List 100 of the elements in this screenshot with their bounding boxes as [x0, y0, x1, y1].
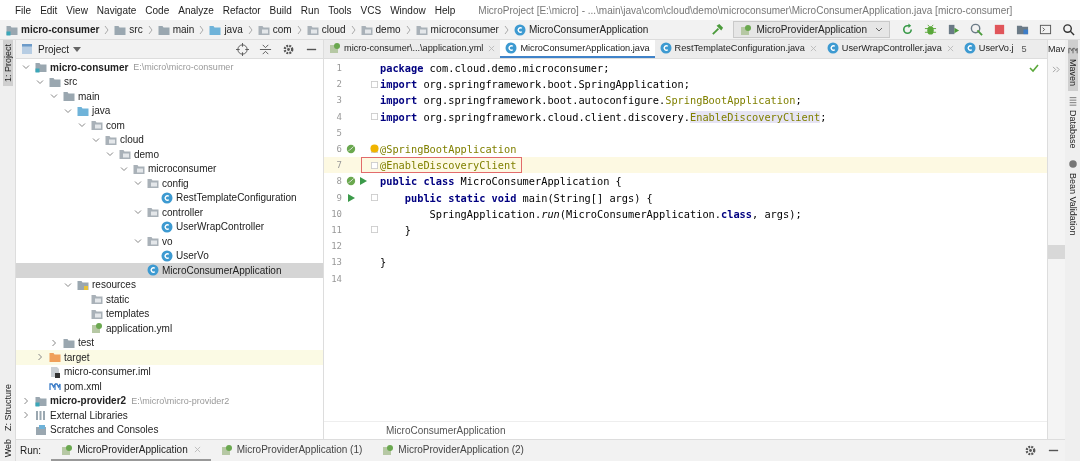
- tree-item[interactable]: main: [78, 90, 100, 102]
- fold-marker-icon[interactable]: [370, 80, 378, 88]
- breadcrumb-item[interactable]: MicroConsumerApplication: [528, 24, 649, 35]
- menu-item[interactable]: Edit: [40, 4, 58, 16]
- panel-title[interactable]: Mav: [1048, 40, 1065, 58]
- close-icon[interactable]: [946, 44, 954, 52]
- double-chevron-icon[interactable]: [1052, 66, 1061, 73]
- tree-item[interactable]: cloud: [120, 134, 144, 146]
- tree-item[interactable]: UserVo: [176, 250, 209, 262]
- menu-item[interactable]: File: [15, 4, 32, 16]
- tree-item[interactable]: micro-consumer.iml: [64, 366, 151, 378]
- fold-marker-icon[interactable]: [370, 161, 378, 169]
- editor-tab[interactable]: MicroConsumerApplication.java: [500, 40, 655, 58]
- menu-item[interactable]: VCS: [360, 4, 382, 16]
- hammer-icon[interactable]: [711, 23, 725, 36]
- editor-tab[interactable]: RestTemplateConfiguration.java: [654, 40, 822, 58]
- tree-item[interactable]: java: [92, 105, 111, 117]
- bean-icon[interactable]: [346, 144, 356, 155]
- tree-item[interactable]: micro-consumer: [50, 61, 129, 73]
- tree-item[interactable]: vo: [162, 235, 173, 247]
- tool-window-tab[interactable]: Maven: [1067, 40, 1078, 91]
- dropdown-caret-icon[interactable]: [73, 46, 82, 52]
- code-line: import org.springframework.cloud.client.discovery.EnableDiscoveryClient;: [380, 110, 827, 123]
- tree-item[interactable]: src: [64, 76, 78, 88]
- tree-item[interactable]: Scratches and Consoles: [50, 424, 159, 436]
- fold-marker-icon[interactable]: [370, 226, 378, 234]
- run-configuration-dropdown[interactable]: MicroProviderApplication: [733, 21, 890, 38]
- stop-icon[interactable]: [993, 23, 1006, 36]
- menu-item[interactable]: Navigate: [96, 4, 137, 16]
- profiler-icon[interactable]: [970, 23, 983, 36]
- tabs-overflow-count[interactable]: 5: [1018, 40, 1030, 58]
- menu-item[interactable]: Window: [390, 4, 426, 16]
- tree-item[interactable]: UserWrapController: [176, 221, 265, 233]
- run-tab[interactable]: MicroProviderApplication: [51, 440, 211, 461]
- tree-item[interactable]: External Libraries: [50, 409, 128, 421]
- editor-tab[interactable]: micro-consumer\...\application.yml: [324, 40, 501, 58]
- tool-window-tab[interactable]: Database: [1067, 91, 1078, 154]
- project-structure-icon[interactable]: [1016, 23, 1029, 36]
- editor-tab[interactable]: UserWrapController.java: [821, 40, 959, 58]
- collapse-all-icon[interactable]: [259, 42, 272, 56]
- breadcrumb-item[interactable]: java: [224, 24, 243, 35]
- tree-item[interactable]: demo: [134, 148, 159, 160]
- breadcrumb-item[interactable]: cloud: [321, 24, 346, 35]
- search-icon[interactable]: [1062, 23, 1075, 36]
- menu-item[interactable]: View: [66, 4, 88, 16]
- code-line: }: [403, 223, 411, 236]
- tree-item[interactable]: microconsumer: [148, 163, 217, 175]
- menu-item[interactable]: Help: [434, 4, 456, 16]
- breadcrumb-item[interactable]: microconsumer: [430, 24, 499, 35]
- fold-marker-icon[interactable]: [370, 113, 378, 121]
- fold-marker-icon[interactable]: [370, 194, 378, 202]
- tool-window-tab[interactable]: Z: Structure: [2, 379, 13, 435]
- tree-item[interactable]: application.yml: [106, 322, 173, 334]
- run-tab[interactable]: MicroProviderApplication (1): [210, 440, 373, 461]
- rerun-icon[interactable]: [901, 23, 914, 36]
- menu-item[interactable]: Refactor: [222, 4, 261, 16]
- tree-item[interactable]: resources: [92, 279, 136, 291]
- menu-item[interactable]: Analyze: [178, 4, 214, 16]
- tree-item[interactable]: micro-provider2: [50, 395, 127, 407]
- folder-icon: [63, 336, 75, 349]
- menu-item[interactable]: Code: [145, 4, 170, 16]
- tree-item[interactable]: test: [78, 337, 95, 349]
- scrollbar-thumb[interactable]: [1048, 245, 1065, 259]
- close-icon[interactable]: [193, 446, 201, 453]
- locate-icon[interactable]: [236, 42, 249, 56]
- run-icon[interactable]: [358, 176, 368, 187]
- debug-icon[interactable]: [924, 23, 937, 36]
- breadcrumb-item[interactable]: src: [129, 24, 143, 35]
- tree-item[interactable]: com: [106, 119, 125, 131]
- close-icon[interactable]: [488, 44, 496, 52]
- menu-item[interactable]: Tools: [328, 4, 352, 16]
- tree-item[interactable]: templates: [106, 308, 150, 320]
- bean-icon[interactable]: [346, 176, 356, 187]
- terminal-icon[interactable]: [1039, 23, 1052, 36]
- panel-title[interactable]: Project: [38, 43, 70, 55]
- tool-window-tab[interactable]: Web: [2, 434, 13, 461]
- tree-item[interactable]: static: [106, 293, 130, 305]
- tool-window-tab[interactable]: Bean Validation: [1067, 153, 1078, 240]
- run-tab[interactable]: MicroProviderApplication (2): [372, 440, 534, 461]
- breadcrumb-item[interactable]: main: [172, 24, 195, 35]
- run-icon[interactable]: [346, 192, 356, 203]
- dropdown-caret-icon[interactable]: [875, 27, 883, 32]
- settings-icon[interactable]: [282, 42, 295, 56]
- breadcrumb-item[interactable]: com: [272, 24, 292, 35]
- lightbulb-icon[interactable]: [370, 143, 379, 153]
- tree-item[interactable]: pom.xml: [64, 380, 102, 392]
- tree-item[interactable]: target: [64, 351, 90, 363]
- breadcrumb-item[interactable]: demo: [375, 24, 401, 35]
- tree-item[interactable]: controller: [162, 206, 204, 218]
- menu-item[interactable]: Build: [269, 4, 292, 16]
- settings-icon[interactable]: [1024, 444, 1037, 457]
- tree-item[interactable]: config: [162, 177, 189, 189]
- tool-window-tab[interactable]: 1: Project: [2, 40, 13, 87]
- close-icon[interactable]: [809, 44, 817, 52]
- tree-item[interactable]: RestTemplateConfiguration: [176, 192, 297, 204]
- editor-tab[interactable]: UserVo.j: [958, 40, 1019, 58]
- breadcrumb-item[interactable]: micro-consumer: [21, 24, 100, 35]
- editor-breadcrumb[interactable]: MicroConsumerApplication: [386, 425, 506, 436]
- coverage-icon[interactable]: [947, 23, 960, 36]
- menu-item[interactable]: Run: [300, 4, 320, 16]
